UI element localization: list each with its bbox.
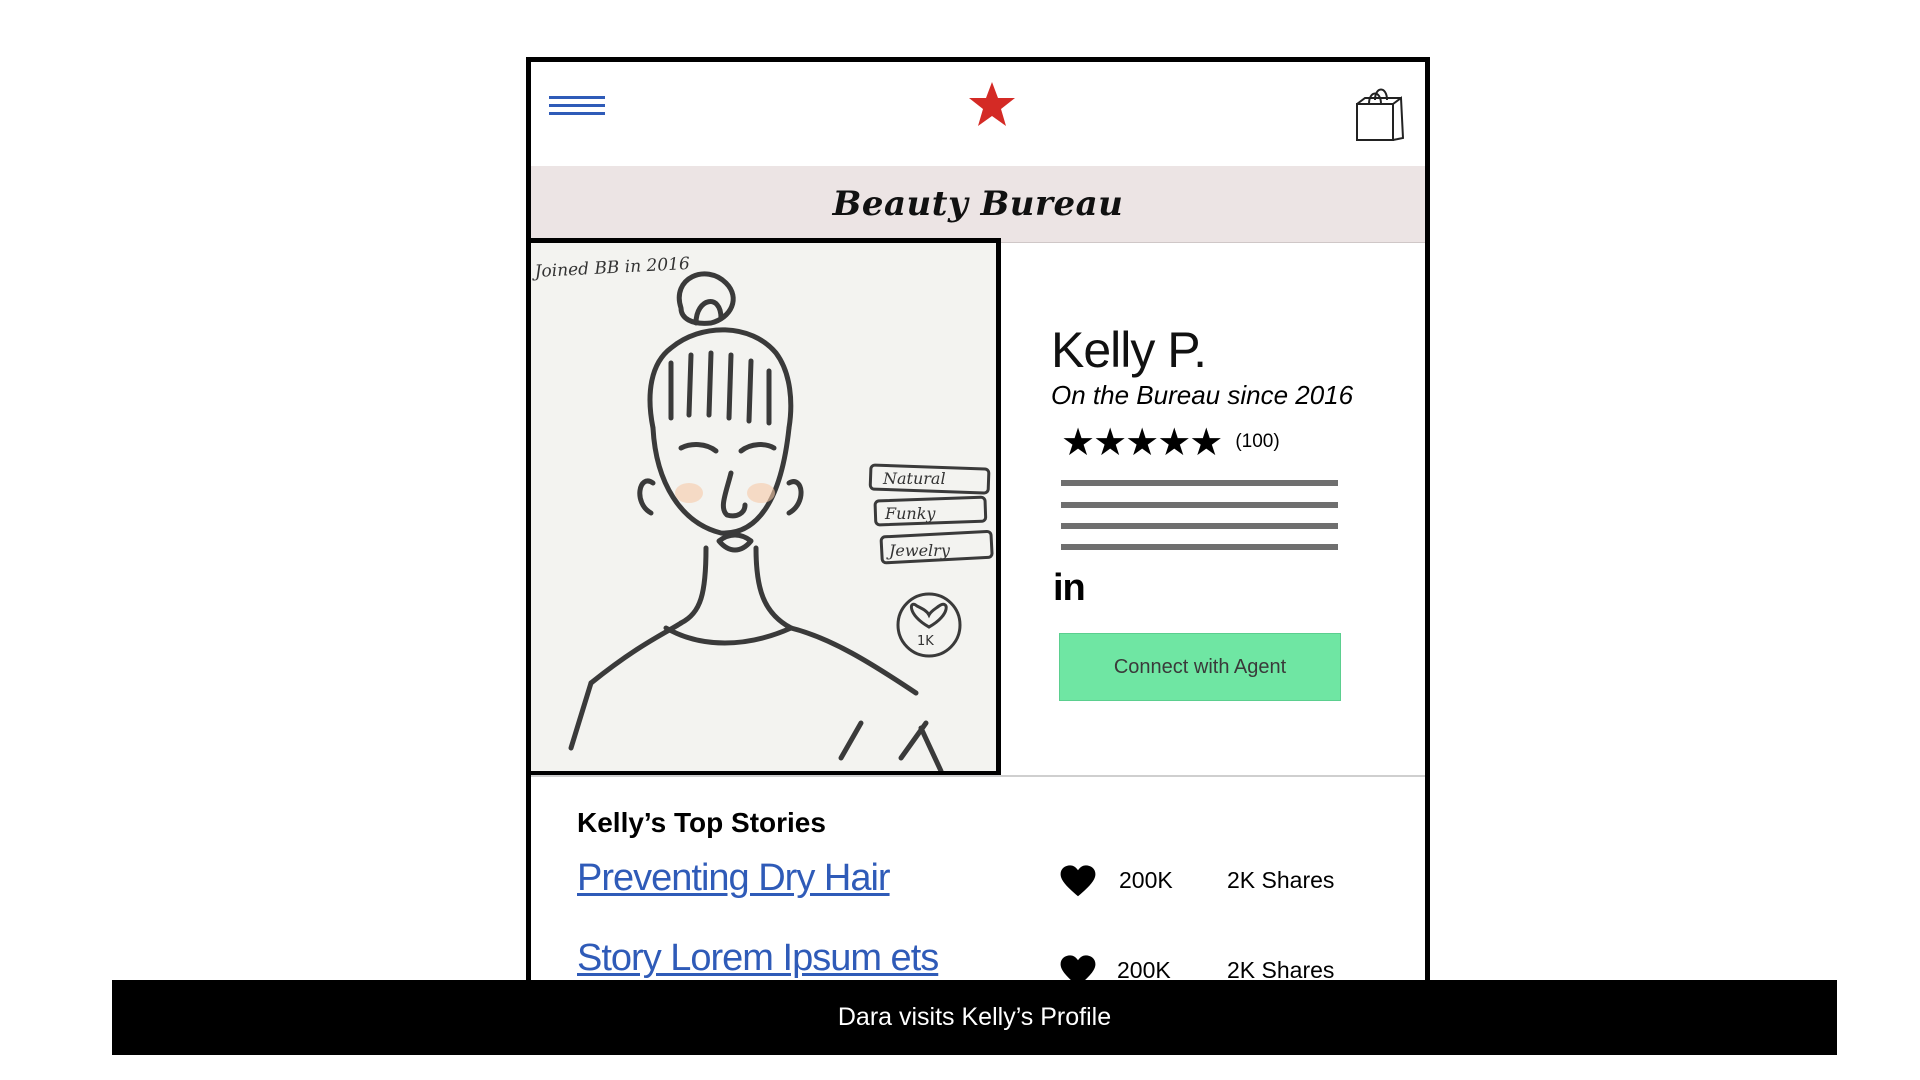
heart-icon[interactable] xyxy=(1059,863,1097,901)
bio-placeholder-line xyxy=(1061,544,1338,550)
page-title: Beauty Bureau xyxy=(832,184,1124,224)
profile-since: On the Bureau since 2016 xyxy=(1051,380,1354,410)
top-stories-title: Kelly’s Top Stories xyxy=(577,807,826,838)
portrait-likes-badge: 1K xyxy=(917,634,934,649)
caption-text: Dara visits Kelly’s Profile xyxy=(837,1003,1112,1031)
linkedin-icon[interactable]: in xyxy=(1053,567,1086,610)
story-shares: 2K Shares xyxy=(1227,867,1335,893)
story-row: Preventing Dry Hair 200K 2K Shares xyxy=(577,857,1397,907)
profile-portrait-sketch: Joined BB in 2016 Natural Funky Jewelry … xyxy=(531,238,1001,776)
star-logo-icon[interactable] xyxy=(967,80,1017,130)
section-divider xyxy=(531,775,1425,777)
bio-placeholder-line xyxy=(1061,523,1338,529)
story-link[interactable]: Story Lorem Ipsum ets xyxy=(577,937,939,980)
bio-placeholder-line xyxy=(1061,502,1338,508)
hamburger-menu-icon[interactable] xyxy=(549,96,605,118)
portrait-tag: Natural xyxy=(882,469,946,488)
bio-placeholder-line xyxy=(1061,480,1338,486)
caption-bar: Dara visits Kelly’s Profile xyxy=(112,980,1837,1055)
connect-with-agent-button[interactable]: Connect with Agent xyxy=(1059,633,1341,701)
profile-name: Kelly P. xyxy=(1051,322,1207,378)
story-likes: 200K xyxy=(1119,867,1173,893)
section-title-band: Beauty Bureau xyxy=(531,166,1425,243)
top-bar xyxy=(531,62,1425,166)
star-rating-icon: ★★★★★ xyxy=(1061,421,1223,464)
shopping-bag-icon[interactable] xyxy=(1353,84,1405,142)
portrait-tag: Jewelry xyxy=(886,541,951,560)
phone-frame: Beauty Bureau Joined BB in 2016 Natural … xyxy=(526,57,1430,1017)
story-link[interactable]: Preventing Dry Hair xyxy=(577,857,891,900)
rating-row: ★★★★★ (100) xyxy=(1061,420,1280,464)
portrait-tag: Funky xyxy=(884,504,936,523)
profile-info: Kelly P. On the Bureau since 2016 xyxy=(1051,322,1421,411)
rating-count: (100) xyxy=(1235,431,1280,452)
